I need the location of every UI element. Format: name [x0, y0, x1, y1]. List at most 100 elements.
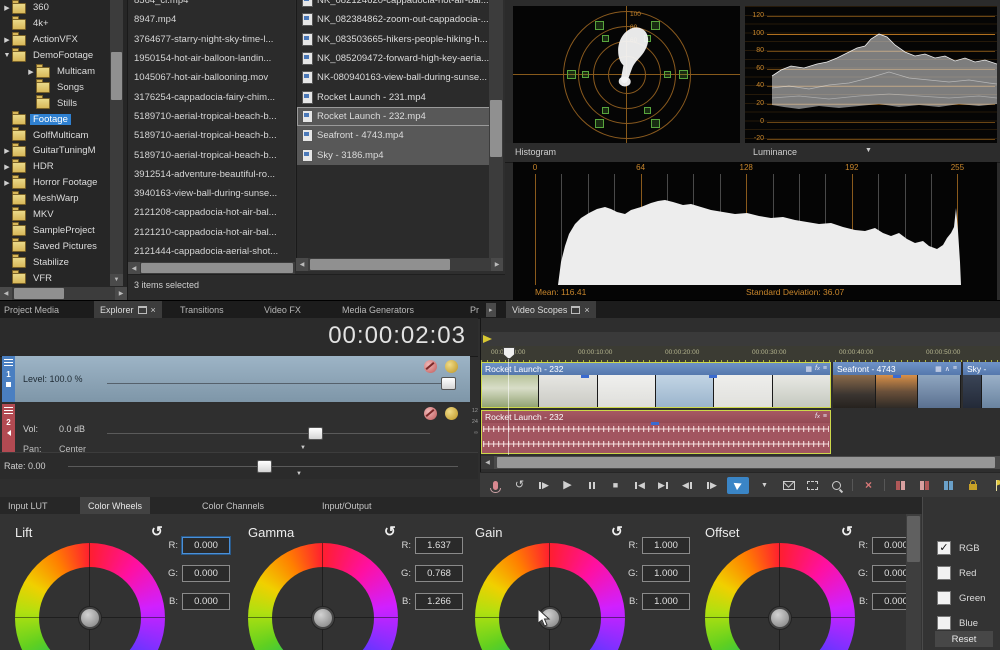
file-item-8564-cl-mp4[interactable]: 8564_cl.mp4: [128, 0, 295, 10]
tab-project-media[interactable]: Project Media: [0, 301, 65, 319]
expand-icon[interactable]: ▶: [2, 36, 12, 44]
gain-g-value-field[interactable]: 1.000: [642, 565, 690, 582]
clip-menu-icon[interactable]: ≡: [823, 365, 827, 372]
file-item-8947-mp4[interactable]: 8947.mp4: [128, 10, 295, 29]
wheel-reset-icon[interactable]: ↺: [151, 523, 163, 540]
histogram-channel-select[interactable]: Luminance: [753, 147, 797, 157]
video-mute-button[interactable]: [424, 360, 437, 373]
tree-vertical-scrollbar[interactable]: ▼: [110, 0, 123, 286]
audio-track-header[interactable]: 2 Vol: 0.0 dB Pan: Center ▼ 1224∞: [0, 404, 478, 452]
file-item-nk-082384862-zoom-out-cappadocia[interactable]: NK_082384862-zoom-out-cappadocia-...: [297, 10, 490, 29]
event-fx-icon[interactable]: ∧: [945, 365, 950, 373]
selection-edit-tool[interactable]: [804, 477, 821, 494]
wheel-reset-icon[interactable]: ↺: [384, 523, 396, 540]
play-from-start-button[interactable]: ▶: [535, 477, 552, 494]
play-button[interactable]: ▶: [559, 477, 576, 494]
grading-tab-color-wheels[interactable]: Color Wheels: [80, 497, 150, 514]
delete-button[interactable]: ×: [860, 477, 877, 494]
gain-b-value-field[interactable]: 1.000: [642, 593, 690, 610]
close-icon[interactable]: ×: [584, 306, 589, 315]
volume-slider-handle[interactable]: [308, 427, 323, 440]
tab-video-scopes[interactable]: Video Scopes×: [506, 301, 596, 319]
tree-folder-4k[interactable]: 4k+: [0, 16, 127, 32]
tree-folder-songs[interactable]: Songs: [0, 79, 127, 95]
tree-folder-mkv[interactable]: MKV: [0, 207, 127, 223]
list1-scroll-left-icon[interactable]: ◀: [128, 262, 140, 274]
collapse-icon[interactable]: ▼: [2, 52, 12, 59]
checkbox-rgb[interactable]: ✓: [937, 541, 951, 555]
tree-folder-meshwarp[interactable]: MeshWarp: [0, 191, 127, 207]
file-item-nk-080940163-view-ball-during-sunse[interactable]: NK-080940163-view-ball-during-sunse...: [297, 68, 490, 87]
gamma-b-value-field[interactable]: 1.266: [415, 593, 463, 610]
wheel-control-puck[interactable]: [79, 607, 101, 629]
file-item-rocket-launch-231-mp4[interactable]: Rocket Launch - 231.mp4: [297, 87, 490, 106]
tree-folder-360[interactable]: ▶360: [0, 0, 127, 16]
timeline-hscroll-thumb[interactable]: [497, 457, 995, 468]
tab-media-generators[interactable]: Media Generators: [336, 301, 420, 319]
clip-menu-icon[interactable]: ≡: [823, 413, 827, 420]
tree-scroll-left-icon[interactable]: ◀: [0, 287, 12, 300]
trim-start-tool[interactable]: [892, 477, 909, 494]
curve-channel-red[interactable]: Red: [937, 566, 976, 580]
tree-folder-hdr[interactable]: ▶HDR: [0, 159, 127, 175]
timeline-horizontal-scrollbar[interactable]: ◀: [481, 456, 1000, 469]
video-clip-seafront[interactable]: Seafront - 4743 ▦ ∧ ≡: [833, 362, 961, 408]
tree-scroll-down-icon[interactable]: ▼: [110, 274, 123, 286]
go-to-end-button[interactable]: ▶: [655, 477, 672, 494]
expand-icon[interactable]: ▶: [2, 179, 12, 187]
close-icon[interactable]: ×: [151, 306, 156, 315]
tree-scroll-right-icon[interactable]: ▶: [115, 287, 127, 300]
file-item-nk-082124620-cappadocia-hot-air-bal[interactable]: NK_082124620-cappadocia-hot-air-bal...: [297, 0, 490, 10]
video-track-header[interactable]: 1 Level: 100.0 %: [0, 356, 478, 402]
video-level-slider-handle[interactable]: [441, 377, 456, 390]
file-item-5189710-aerial-tropical-beach-b[interactable]: 5189710-aerial-tropical-beach-b...: [128, 145, 295, 164]
video-clip-rocket-launch[interactable]: Rocket Launch - 232 ▦ fx ≡: [481, 362, 831, 408]
pan-crop-icon[interactable]: ▦: [935, 365, 942, 373]
file-item-rocket-launch-232-mp4[interactable]: Rocket Launch - 232.mp4: [297, 107, 490, 126]
file-item-sky-3186-mp4[interactable]: Sky - 3186.mp4: [297, 145, 490, 164]
tree-folder-actionvfx[interactable]: ▶ActionVFX: [0, 32, 127, 48]
checkbox-red[interactable]: [937, 566, 951, 580]
normal-edit-tool[interactable]: [727, 477, 749, 494]
tab-overflow-button[interactable]: ▸: [486, 303, 496, 317]
clip-menu-icon[interactable]: ≡: [953, 365, 957, 372]
list2-scroll-right-icon[interactable]: ▶: [491, 258, 503, 271]
file-item-3940163-view-ball-during-sunse[interactable]: 3940163-view-ball-during-sunse...: [128, 184, 295, 203]
list2-hscroll-thumb[interactable]: [310, 259, 450, 270]
tree-folder-golfmulticam[interactable]: GolfMulticam: [0, 127, 127, 143]
video-track-color-strip[interactable]: 1: [2, 356, 15, 402]
list2-horizontal-scrollbar[interactable]: ◀ ▶: [296, 258, 503, 271]
curve-channel-green[interactable]: Green: [937, 591, 985, 605]
gamma-r-value-field[interactable]: 1.637: [415, 537, 463, 554]
file-item-nk-085209472-forward-high-key-aeria[interactable]: NK_085209472-forward-high-key-aeria...: [297, 49, 490, 68]
tool-dropdown-button[interactable]: ▼: [756, 477, 773, 494]
split-tool[interactable]: [940, 477, 957, 494]
video-solo-button[interactable]: [445, 360, 458, 373]
current-timecode[interactable]: 00:00:02:03: [328, 322, 466, 350]
insert-marker-button[interactable]: [988, 477, 1000, 494]
color-wheel[interactable]: [248, 543, 398, 650]
grading-tab-input-lut[interactable]: Input LUT: [0, 497, 56, 514]
track-menu-icon[interactable]: [4, 359, 13, 367]
tree-folder-stabilize[interactable]: Stabilize: [0, 254, 127, 270]
volume-slider[interactable]: [107, 433, 430, 434]
curve-channel-rgb[interactable]: ✓RGB: [937, 541, 980, 555]
lift-g-value-field[interactable]: 0.000: [182, 565, 230, 582]
pan-center-marker-icon[interactable]: ▼: [300, 445, 306, 451]
tree-folder-sampleproject[interactable]: SampleProject: [0, 222, 127, 238]
float-window-icon[interactable]: [571, 306, 580, 314]
wheel-reset-icon[interactable]: ↺: [841, 523, 853, 540]
timeline-scroll-left-icon[interactable]: ◀: [481, 456, 494, 469]
envelope-edit-tool[interactable]: [780, 477, 797, 494]
tree-folder-saved-pictures[interactable]: Saved Pictures: [0, 238, 127, 254]
tab-transitions[interactable]: Transitions: [174, 301, 230, 319]
tab-explorer[interactable]: Explorer×: [94, 301, 162, 319]
list2-scroll-left-icon[interactable]: ◀: [296, 258, 308, 271]
list1-horizontal-scrollbar[interactable]: ◀: [128, 262, 295, 274]
tree-folder-stills[interactable]: Stills: [0, 95, 127, 111]
tree-folder-vfr[interactable]: VFR: [0, 270, 127, 286]
tree-vscroll-thumb[interactable]: [111, 52, 122, 100]
grading-vscroll-thumb[interactable]: [907, 516, 920, 562]
video-level-slider[interactable]: [107, 383, 448, 384]
go-to-start-button[interactable]: ◀: [631, 477, 648, 494]
